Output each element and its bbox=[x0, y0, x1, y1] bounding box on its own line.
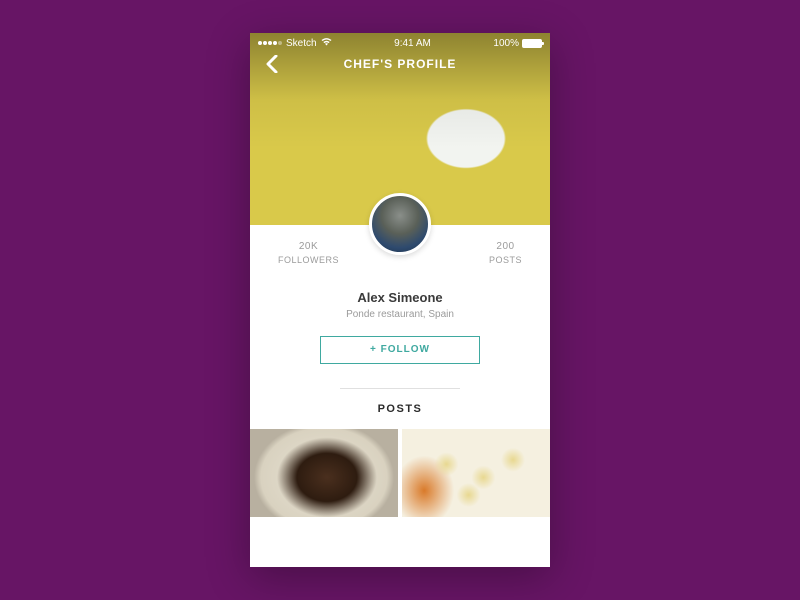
post-thumbnail[interactable] bbox=[402, 429, 550, 517]
wifi-icon bbox=[321, 38, 332, 48]
avatar[interactable] bbox=[369, 193, 431, 255]
followers-label: FOLLOWERS bbox=[278, 254, 339, 268]
status-right: 100% bbox=[493, 38, 542, 49]
followers-count: 20K bbox=[278, 239, 339, 254]
profile-name: Alex Simeone bbox=[250, 290, 550, 305]
posts-count: 200 bbox=[489, 239, 522, 254]
status-time: 9:41 AM bbox=[394, 38, 431, 49]
posts-grid bbox=[250, 429, 550, 517]
profile-subtitle: Ponde restaurant, Spain bbox=[250, 309, 550, 320]
followers-stat[interactable]: 20K FOLLOWERS bbox=[278, 239, 339, 268]
follow-label: + FOLLOW bbox=[370, 344, 430, 355]
chevron-left-icon bbox=[266, 55, 278, 73]
posts-section-title: POSTS bbox=[250, 403, 550, 415]
back-button[interactable] bbox=[260, 52, 284, 76]
posts-label: POSTS bbox=[489, 254, 522, 268]
post-thumbnail[interactable] bbox=[250, 429, 398, 517]
signal-dots-icon bbox=[258, 41, 282, 45]
posts-stat[interactable]: 200 POSTS bbox=[489, 239, 522, 268]
carrier-label: Sketch bbox=[286, 38, 317, 49]
name-block: Alex Simeone Ponde restaurant, Spain bbox=[250, 290, 550, 320]
divider bbox=[340, 388, 460, 389]
nav-bar: CHEF'S PROFILE bbox=[250, 57, 550, 71]
battery-pct: 100% bbox=[493, 38, 519, 49]
battery-icon bbox=[522, 39, 542, 48]
follow-button[interactable]: + FOLLOW bbox=[320, 336, 480, 364]
phone-frame: Sketch 9:41 AM 100% CHEF'S PROFILE 20K bbox=[250, 33, 550, 567]
page-title: CHEF'S PROFILE bbox=[344, 57, 457, 71]
status-left: Sketch bbox=[258, 38, 332, 49]
status-bar: Sketch 9:41 AM 100% bbox=[250, 33, 550, 53]
